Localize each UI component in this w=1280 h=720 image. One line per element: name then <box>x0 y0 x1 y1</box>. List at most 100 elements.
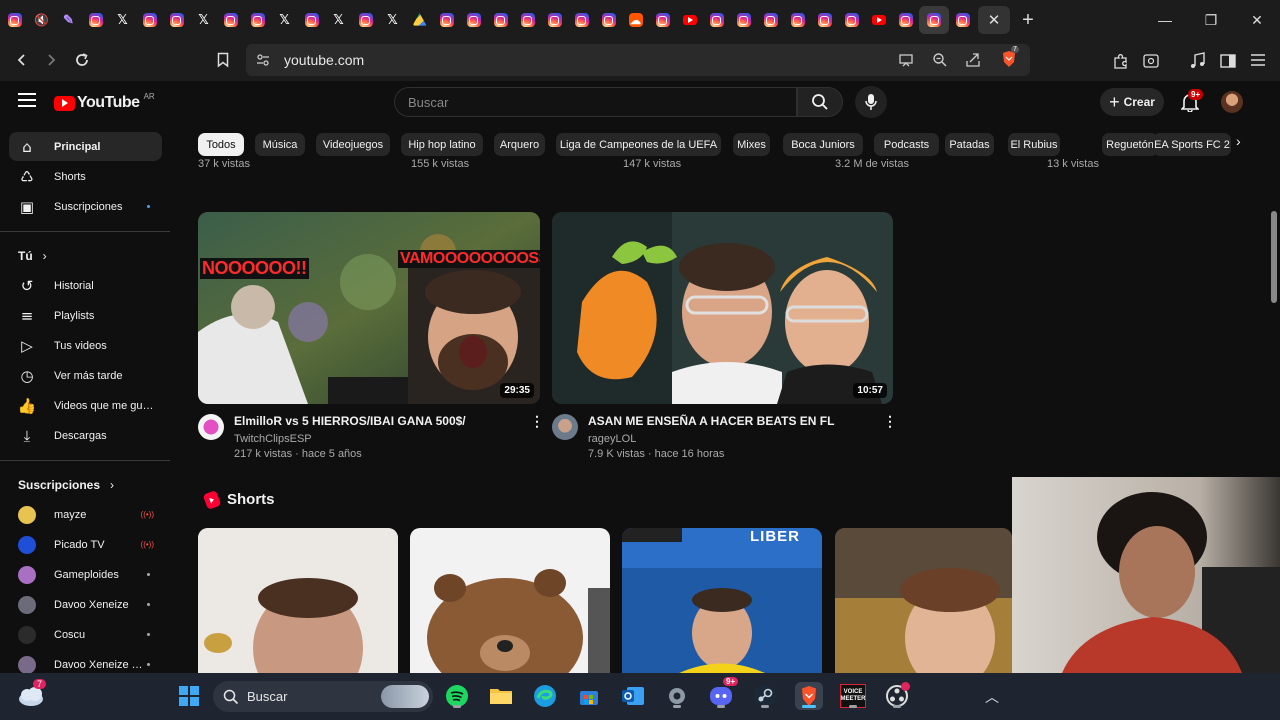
youtube-logo[interactable]: YouTube AR <box>54 92 155 112</box>
sidebar-item-tus-videos[interactable]: ▷ Tus videos <box>9 331 162 360</box>
forward-button[interactable] <box>37 48 65 72</box>
browser-tab[interactable] <box>298 6 325 34</box>
maximize-button[interactable]: ❐ <box>1188 0 1234 40</box>
settings-app[interactable] <box>663 682 691 710</box>
chip-reguetón[interactable]: Reguetón <box>1102 133 1158 156</box>
browser-tab[interactable] <box>1 6 28 34</box>
browser-tab[interactable]: 𝕏 <box>109 6 136 34</box>
browser-tab[interactable] <box>838 6 865 34</box>
chip-liga-de-campeones-de-la-uefa[interactable]: Liga de Campeones de la UEFA <box>556 133 721 156</box>
browser-tab[interactable] <box>919 6 949 34</box>
bookmark-button[interactable] <box>209 48 237 72</box>
search-input[interactable]: Buscar <box>394 87 797 117</box>
browser-tab[interactable] <box>217 6 244 34</box>
browser-tab[interactable] <box>460 6 487 34</box>
browser-tab[interactable] <box>568 6 595 34</box>
video-thumbnail[interactable]: NOOOOOO!! VAMOOOOOOOOSS!!! 29:35 <box>198 212 540 404</box>
browser-tab[interactable] <box>892 6 919 34</box>
sidebar-item-historial[interactable]: ↺ Historial <box>9 271 162 300</box>
more-actions-icon[interactable]: ⋮ <box>883 413 897 430</box>
more-actions-icon[interactable]: ⋮ <box>530 413 544 430</box>
browser-tab[interactable]: 𝕏 <box>325 6 352 34</box>
account-avatar[interactable] <box>1221 91 1243 113</box>
channel-avatar[interactable] <box>198 414 224 440</box>
browser-tab[interactable] <box>244 6 271 34</box>
menu-icon[interactable] <box>1250 53 1266 67</box>
browser-tab[interactable] <box>703 6 730 34</box>
browser-tab[interactable] <box>406 6 433 34</box>
short-thumbnail[interactable]: LIBER <box>622 528 822 674</box>
channel-avatar[interactable] <box>552 414 578 440</box>
browser-tab[interactable] <box>487 6 514 34</box>
file-explorer-app[interactable] <box>487 682 515 710</box>
browser-tab[interactable] <box>163 6 190 34</box>
wallet-icon[interactable] <box>1142 52 1160 70</box>
video-title[interactable]: ElmilloR vs 5 HIERROS/IBAI GANA 500$/ <box>234 414 466 428</box>
browser-tab[interactable] <box>514 6 541 34</box>
subscription-channel[interactable]: Coscu <box>9 620 162 649</box>
store-app[interactable] <box>575 682 603 710</box>
minimize-button[interactable]: — <box>1142 0 1188 40</box>
weather-widget[interactable]: 7 <box>17 679 47 711</box>
voice-search-button[interactable] <box>855 86 887 118</box>
browser-tab[interactable] <box>949 6 976 34</box>
create-button[interactable]: + Crear <box>1100 88 1164 116</box>
video-thumbnail[interactable]: 10:57 <box>552 212 893 404</box>
edge-app[interactable] <box>531 682 559 710</box>
search-button[interactable] <box>797 87 843 117</box>
subscription-channel[interactable]: Davoo Xeneize <box>9 590 162 619</box>
browser-tab[interactable]: 🔇 <box>28 6 55 34</box>
chip-todos[interactable]: Todos <box>198 133 244 156</box>
chip-arquero[interactable]: Arquero <box>494 133 545 156</box>
chip-música[interactable]: Música <box>255 133 305 156</box>
media-music-icon[interactable] <box>1189 52 1207 70</box>
sidebar-item-suscripciones[interactable]: ▣ Suscripciones <box>9 192 162 221</box>
sidebar-item-descargas[interactable]: ⤓ Descargas <box>9 421 162 450</box>
browser-tab[interactable]: 𝕏 <box>271 6 298 34</box>
chip-patadas[interactable]: Patadas <box>945 133 994 156</box>
chip-podcasts[interactable]: Podcasts <box>874 133 939 156</box>
scrollbar-thumb[interactable] <box>1271 211 1277 303</box>
browser-tab[interactable]: 𝕏 <box>379 6 406 34</box>
start-button[interactable] <box>175 682 203 710</box>
obs-app[interactable] <box>883 682 911 710</box>
address-bar[interactable]: youtube.com 7 <box>246 44 1030 76</box>
share-icon[interactable] <box>965 52 981 68</box>
guide-menu-icon[interactable] <box>18 93 36 107</box>
browser-tab[interactable]: 𝕏 <box>190 6 217 34</box>
browser-tab[interactable] <box>541 6 568 34</box>
cast-icon[interactable] <box>898 53 914 67</box>
brave-app[interactable] <box>795 682 823 710</box>
chip-hip-hop-latino[interactable]: Hip hop latino <box>401 133 483 156</box>
chip-videojuegos[interactable]: Videojuegos <box>316 133 390 156</box>
sidebar-item-videos-que-me-gus[interactable]: 👍 Videos que me gus... <box>9 391 162 420</box>
subscription-channel[interactable]: Gameploides <box>9 560 162 589</box>
sidebar-item-ver-más-tarde[interactable]: ◷ Ver más tarde <box>9 361 162 390</box>
zoom-icon[interactable] <box>932 52 948 68</box>
sidebar-toggle-icon[interactable] <box>1219 52 1237 70</box>
short-thumbnail[interactable] <box>410 528 610 674</box>
browser-tab[interactable] <box>352 6 379 34</box>
browser-tab[interactable] <box>784 6 811 34</box>
chip-ea-sports-fc-2[interactable]: EA Sports FC 2 <box>1153 133 1231 156</box>
steam-app[interactable] <box>751 682 779 710</box>
browser-tab[interactable]: ✎ <box>55 6 82 34</box>
browser-tab[interactable]: ☁ <box>622 6 649 34</box>
browser-tab[interactable] <box>136 6 163 34</box>
extensions-icon[interactable] <box>1112 52 1130 70</box>
subscription-channel[interactable]: mayze ((•)) <box>9 500 162 529</box>
browser-tab[interactable] <box>811 6 838 34</box>
sidebar-item-playlists[interactable]: ≡ Playlists <box>9 301 162 330</box>
browser-tab[interactable] <box>595 6 622 34</box>
subscription-channel[interactable]: Picado TV ((•)) <box>9 530 162 559</box>
channel-name[interactable]: TwitchClipsESP <box>234 433 312 445</box>
browser-tab[interactable] <box>433 6 460 34</box>
back-button[interactable] <box>8 48 36 72</box>
sidebar-item-shorts[interactable]: ♺ Shorts <box>9 162 162 191</box>
browser-tab[interactable] <box>730 6 757 34</box>
new-tab-button[interactable]: + <box>1010 6 1046 34</box>
short-thumbnail[interactable] <box>835 528 1012 674</box>
spotify-app[interactable] <box>443 682 471 710</box>
subscriptions-section-heading[interactable]: Suscripciones › <box>18 478 114 492</box>
chip-mixes[interactable]: Mixes <box>733 133 770 156</box>
